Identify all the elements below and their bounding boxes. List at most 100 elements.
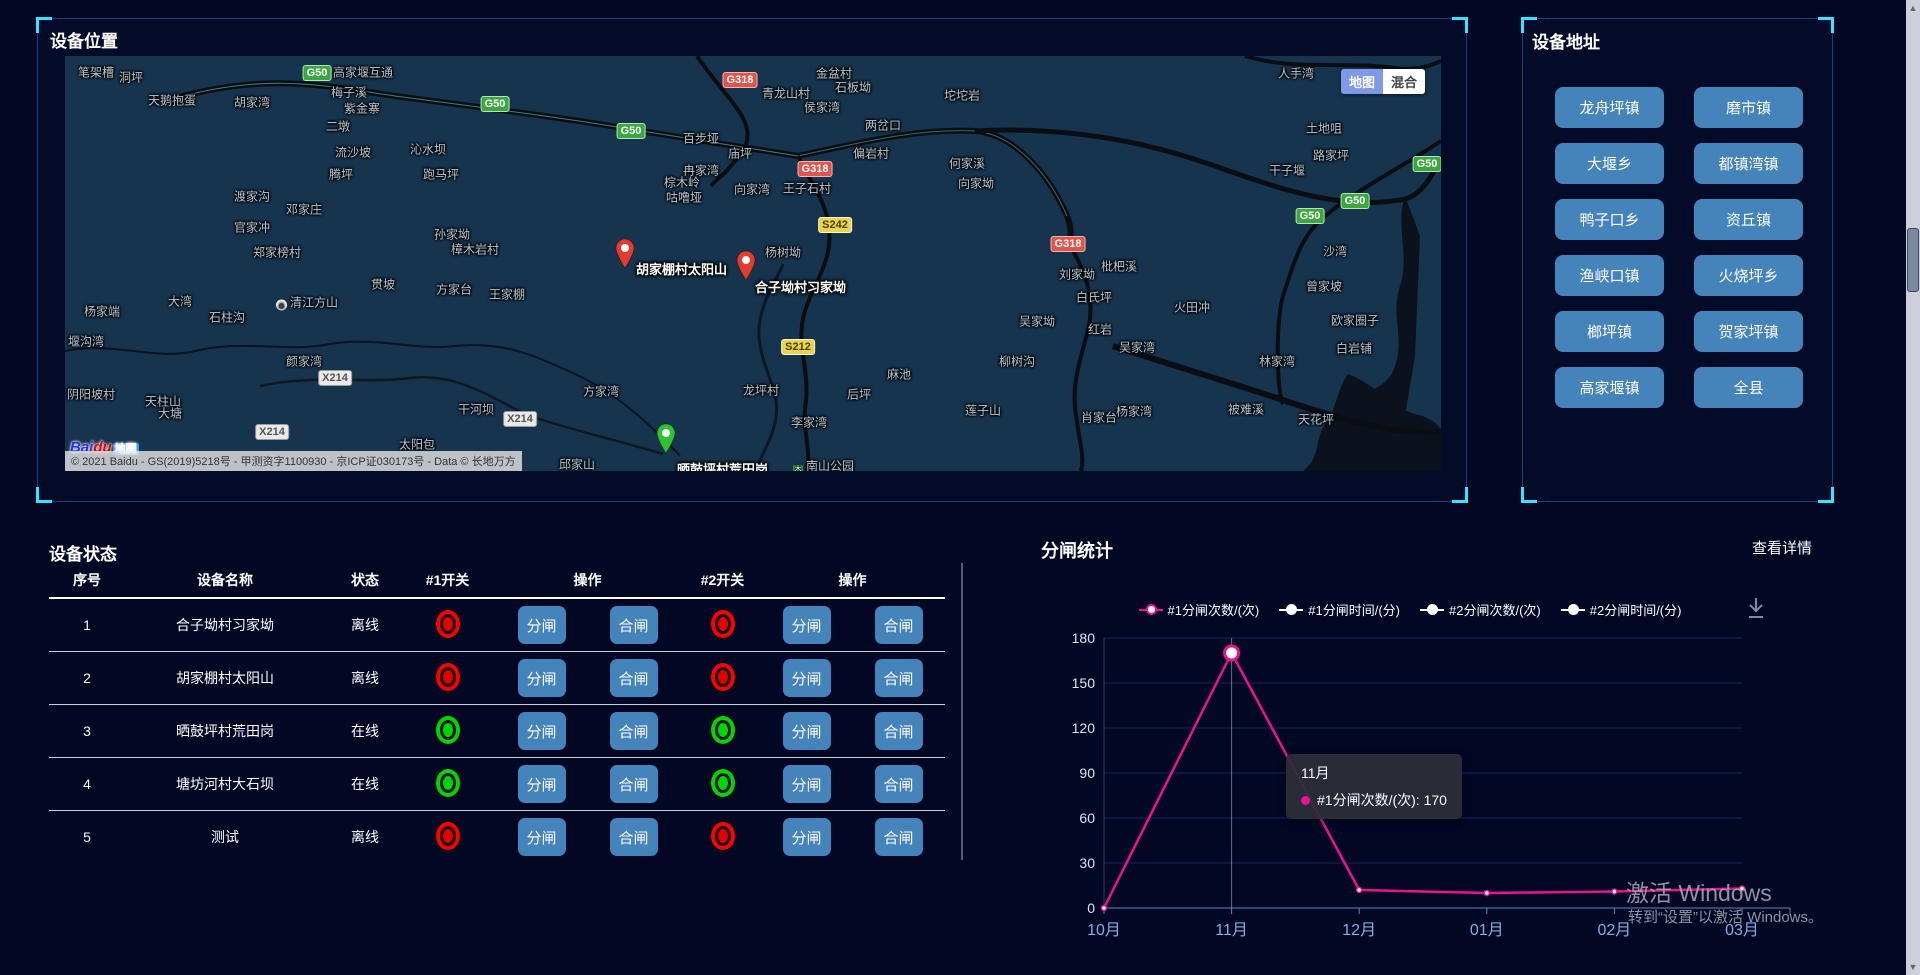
- map-place-label: 郑家榜村: [253, 244, 301, 261]
- open-switch-button[interactable]: 分闸: [783, 606, 831, 644]
- device-name: 塘坊河村大石坝: [125, 774, 325, 794]
- open-switch-button[interactable]: 分闸: [783, 765, 831, 803]
- open-switch-button[interactable]: 分闸: [518, 712, 566, 750]
- windows-watermark-line2: 转到“设置”以激活 Windows。: [1628, 906, 1823, 927]
- scrollbar-up-icon[interactable]: ▲: [1906, 0, 1920, 16]
- switch-indicator-red: [711, 610, 735, 638]
- open-switch-button[interactable]: 分闸: [518, 659, 566, 697]
- switch-indicator-green: [436, 769, 460, 797]
- address-button[interactable]: 高家堰镇: [1555, 367, 1664, 408]
- device-name: 测试: [125, 827, 325, 847]
- device-address-panel: 设备地址 龙舟坪镇磨市镇大堰乡都镇湾镇鸭子口乡资丘镇渔峡口镇火烧坪乡榔坪镇贺家坪…: [1522, 18, 1833, 502]
- map-place-label: 高家堰互通: [333, 64, 393, 81]
- map-place-label: 堰沟湾: [68, 333, 104, 350]
- address-button[interactable]: 大堰乡: [1555, 143, 1664, 184]
- svg-text:0: 0: [1087, 900, 1095, 916]
- road-badge: S242: [818, 217, 852, 233]
- device-name: 合子坳村习家坳: [125, 615, 325, 635]
- close-switch-button[interactable]: 合闸: [610, 712, 658, 750]
- svg-text:01月: 01月: [1470, 922, 1504, 939]
- address-button[interactable]: 鸭子口乡: [1555, 199, 1664, 240]
- map-place-label: 流沙坡: [335, 144, 371, 161]
- address-button[interactable]: 榔坪镇: [1555, 311, 1664, 352]
- map-place-label: 青龙山村: [762, 85, 810, 102]
- address-button[interactable]: 龙舟坪镇: [1555, 87, 1664, 128]
- chart-section-title: 分闸统计: [1041, 537, 1113, 563]
- map-marker-red-icon[interactable]: [613, 237, 637, 269]
- map-place-label: 李家湾: [791, 414, 827, 431]
- map-place-label: 后坪: [847, 386, 871, 403]
- close-switch-button[interactable]: 合闸: [875, 818, 923, 856]
- scrollbar-thumb[interactable]: [1907, 228, 1919, 292]
- map-place-label: 官家冲: [234, 219, 270, 236]
- map-marker-green-icon[interactable]: [654, 422, 678, 454]
- svg-text:12月: 12月: [1342, 922, 1376, 939]
- map-place-label: 刘家坳: [1059, 266, 1095, 283]
- road-badge: X214: [318, 370, 352, 386]
- svg-text:10月: 10月: [1087, 922, 1121, 939]
- corner-decoration: [1521, 487, 1537, 503]
- table-scrollbar[interactable]: [961, 563, 963, 860]
- map-place-label: 邱家山: [559, 456, 595, 472]
- map-place-label: 胡家湾: [234, 94, 270, 111]
- address-button[interactable]: 全县: [1694, 367, 1803, 408]
- baidu-map[interactable]: 笔架槽洞坪天鹅抱蛋胡家湾高家堰互通梅子溪紫金寨二墩流沙坡沁水坝腾坪跑马坪渡家沟邓…: [65, 56, 1441, 471]
- close-switch-button[interactable]: 合闸: [610, 606, 658, 644]
- close-switch-button[interactable]: 合闸: [875, 659, 923, 697]
- close-switch-button[interactable]: 合闸: [875, 712, 923, 750]
- scrollbar-down-icon[interactable]: ▼: [1906, 959, 1920, 975]
- svg-text:30: 30: [1079, 855, 1095, 871]
- row-index: 1: [49, 617, 125, 633]
- map-place-label: 阴阳坡村: [67, 386, 115, 403]
- status-table-body: 1合子坳村习家坳离线分闸合闸分闸合闸2胡家棚村太阳山离线分闸合闸分闸合闸3晒鼓坪…: [49, 599, 945, 863]
- address-panel-title: 设备地址: [1532, 28, 1600, 53]
- dashboard-root: 设备位置: [0, 0, 1920, 975]
- map-attribution: © 2021 Baidu - GS(2019)5218号 - 甲测资字11009…: [65, 451, 522, 471]
- row-index: 5: [49, 829, 125, 845]
- status-table-header: 序号设备名称状态#1开关操作#2开关操作: [49, 563, 945, 599]
- address-button[interactable]: 磨市镇: [1694, 87, 1803, 128]
- status-column-header: #2开关: [685, 570, 760, 590]
- switch-indicator-red: [436, 663, 460, 691]
- map-place-label: 被难溪: [1228, 401, 1264, 418]
- close-switch-button[interactable]: 合闸: [875, 765, 923, 803]
- switch-indicator-red: [436, 610, 460, 638]
- view-details-link[interactable]: 查看详情: [1752, 537, 1812, 558]
- map-place-label: 王家棚: [489, 286, 525, 303]
- address-button[interactable]: 渔峡口镇: [1555, 255, 1664, 296]
- map-place-label: 百步垭: [683, 130, 719, 147]
- map-place-label: 方家台: [436, 281, 472, 298]
- tooltip-series-dot: [1301, 796, 1310, 805]
- road-badge: G50: [481, 96, 510, 112]
- map-type-hybrid-button[interactable]: 混合: [1383, 69, 1425, 94]
- open-switch-button[interactable]: 分闸: [518, 818, 566, 856]
- page-scrollbar[interactable]: ▲ ▼: [1906, 0, 1920, 975]
- map-place-label: 腾坪: [329, 166, 353, 183]
- address-button[interactable]: 资丘镇: [1694, 199, 1803, 240]
- open-switch-button[interactable]: 分闸: [518, 765, 566, 803]
- close-switch-button[interactable]: 合闸: [610, 765, 658, 803]
- close-switch-button[interactable]: 合闸: [875, 606, 923, 644]
- map-type-map-button[interactable]: 地图: [1341, 69, 1383, 94]
- address-button[interactable]: 贺家坪镇: [1694, 311, 1803, 352]
- map-place-label: 樟木岩村: [451, 241, 499, 258]
- map-place-label: 石板坳: [835, 79, 871, 96]
- map-place-label: 杨家端: [84, 303, 120, 320]
- map-place-label: 吴家湾: [1119, 339, 1155, 356]
- open-switch-button[interactable]: 分闸: [783, 659, 831, 697]
- open-switch-button[interactable]: 分闸: [518, 606, 566, 644]
- address-button[interactable]: 都镇湾镇: [1694, 143, 1803, 184]
- svg-text:120: 120: [1072, 720, 1096, 736]
- close-switch-button[interactable]: 合闸: [610, 818, 658, 856]
- map-place-label: 太阳包: [399, 436, 435, 453]
- open-switch-button[interactable]: 分闸: [783, 818, 831, 856]
- close-switch-button[interactable]: 合闸: [610, 659, 658, 697]
- switch-indicator-red: [711, 663, 735, 691]
- map-type-toggle: 地图 混合: [1341, 69, 1425, 94]
- open-switch-button[interactable]: 分闸: [783, 712, 831, 750]
- address-button[interactable]: 火烧坪乡: [1694, 255, 1803, 296]
- map-place-label: 沁水坝: [410, 141, 446, 158]
- device-status: 在线: [325, 774, 405, 794]
- map-place-label: 二墩: [326, 118, 350, 135]
- device-status: 离线: [325, 668, 405, 688]
